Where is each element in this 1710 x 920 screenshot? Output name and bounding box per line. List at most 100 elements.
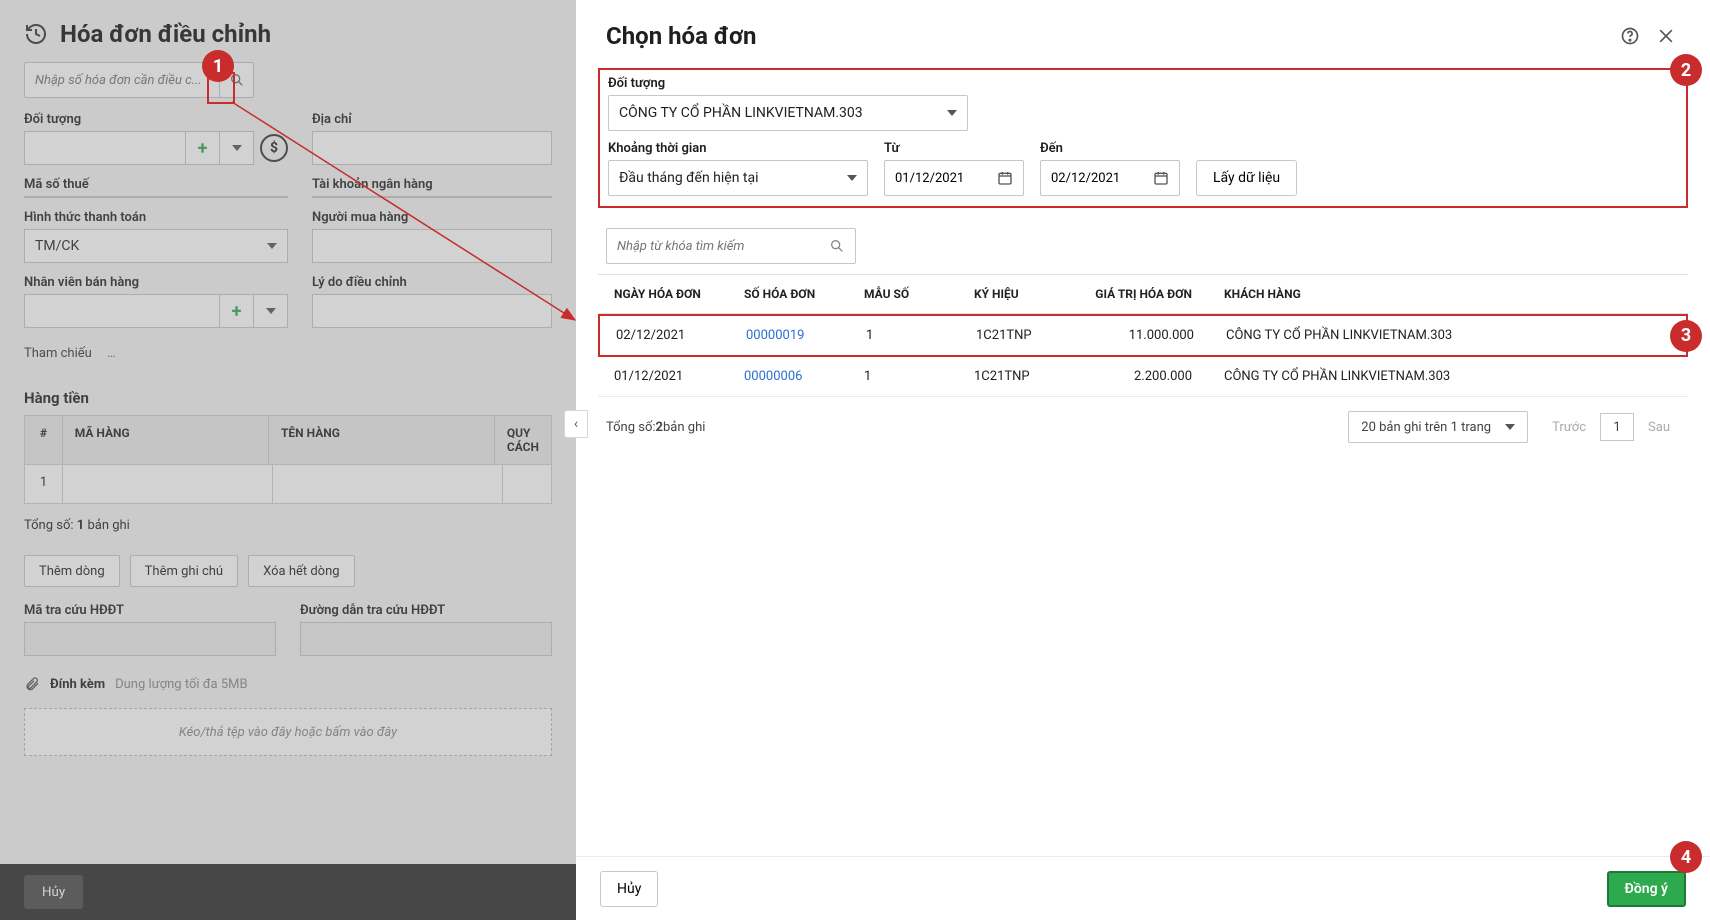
bg-cancel-button[interactable]: Hủy — [24, 875, 83, 909]
cell-value: 2.200.000 — [1068, 357, 1208, 396]
add-row-button[interactable]: Thêm dòng — [24, 555, 120, 587]
cell-value: 11.000.000 — [1070, 316, 1210, 355]
period-select[interactable]: Đầu tháng đến hiện tại — [608, 160, 868, 196]
step-badge-2: 2 — [1670, 54, 1702, 86]
nvbh-add-button[interactable]: + — [220, 294, 254, 328]
modal-confirm-button[interactable]: Đồng ý — [1607, 871, 1686, 907]
background-form: Hóa đơn điều chỉnh Đối tượng + $ Địa chỉ — [0, 0, 576, 920]
cell-invoice-link[interactable]: 00000019 — [730, 316, 850, 355]
pager-next[interactable]: Sau — [1648, 420, 1670, 435]
label-doituong: Đối tượng — [24, 112, 288, 127]
table-row-selected[interactable]: 3 02/12/2021 00000019 1 1C21TNP 11.000.0… — [598, 314, 1688, 357]
to-date-input[interactable] — [1051, 171, 1141, 186]
modal-collapse-handle[interactable]: ‹ — [564, 410, 588, 438]
close-icon[interactable] — [1652, 22, 1680, 50]
cell-invoice-link[interactable]: 00000006 — [728, 357, 848, 396]
pagesize-select[interactable]: 20 bản ghi trên 1 trang — [1348, 411, 1528, 443]
col-index: # — [25, 416, 63, 464]
invoice-search-input[interactable] — [25, 73, 219, 88]
lydo-input[interactable] — [312, 294, 552, 328]
label-from: Từ — [884, 141, 1024, 156]
table-row[interactable]: 01/12/2021 00000006 1 1C21TNP 2.200.000 … — [598, 357, 1688, 397]
paperclip-icon — [24, 676, 40, 692]
cell-customer: CÔNG TY CỔ PHẦN LINKVIETNAM.303 — [1210, 316, 1686, 355]
step-badge-3: 3 — [1670, 320, 1702, 352]
modal-doituong-value: CÔNG TY CỔ PHẦN LINKVIETNAM.303 — [619, 105, 863, 121]
modal-doituong-select[interactable]: CÔNG TY CỔ PHẦN LINKVIETNAM.303 — [608, 95, 968, 131]
modal-footer: 4 Hủy Đồng ý — [576, 856, 1710, 920]
cell-quycach[interactable] — [503, 465, 551, 503]
from-date-input[interactable] — [895, 171, 985, 186]
cell-template: 1 — [848, 357, 958, 396]
label-mst: Mã số thuế — [24, 177, 288, 192]
file-dropzone[interactable]: Kéo/thả tệp vào đây hoặc bấm vào đây — [24, 708, 552, 756]
pager-total-count: 2 — [656, 420, 663, 435]
pager-total-prefix: Tổng số: — [606, 420, 656, 435]
col-customer: KHÁCH HÀNG — [1208, 275, 1688, 313]
cell-date: 01/12/2021 — [598, 357, 728, 396]
label-httt: Hình thức thanh toán — [24, 210, 288, 225]
pager-prev[interactable]: Trước — [1552, 420, 1586, 435]
doituong-input[interactable] — [24, 131, 186, 165]
items-total: Tổng số: 1 bản ghi — [0, 504, 576, 547]
to-date[interactable] — [1040, 160, 1180, 196]
doituong-dropdown[interactable] — [220, 131, 254, 165]
attach-label: Đính kèm — [50, 677, 105, 692]
reference-row: Tham chiếu … — [0, 340, 576, 371]
label-lookup-url: Đường dẫn tra cứu HĐĐT — [300, 603, 552, 618]
calendar-icon — [997, 170, 1013, 186]
invoice-table: NGÀY HÓA ĐƠN SỐ HÓA ĐƠN MẪU SỐ KÝ HIỆU G… — [598, 274, 1688, 397]
nvbh-dropdown[interactable] — [254, 294, 288, 328]
cell-serial: 1C21TNP — [958, 357, 1068, 396]
items-table: # MÃ HÀNG TÊN HÀNG QUY CÁCH 1 — [24, 415, 552, 504]
label-period: Khoảng thời gian — [608, 141, 868, 156]
reference-link[interactable]: … — [107, 346, 118, 361]
payment-method-select[interactable]: TM/CK — [24, 229, 288, 263]
nmh-input[interactable] — [312, 229, 552, 263]
caret-down-icon — [267, 243, 277, 249]
add-note-button[interactable]: Thêm ghi chú — [130, 555, 238, 587]
doituong-add-button[interactable]: + — [186, 131, 220, 165]
cell-tenhang[interactable] — [273, 465, 503, 503]
table-header: NGÀY HÓA ĐƠN SỐ HÓA ĐƠN MẪU SỐ KÝ HIỆU G… — [598, 274, 1688, 314]
nvbh-input[interactable] — [24, 294, 220, 328]
label-lookup-code: Mã tra cứu HĐĐT — [24, 603, 276, 618]
calendar-icon — [1153, 170, 1169, 186]
history-icon — [24, 22, 48, 46]
modal-cancel-button[interactable]: Hủy — [600, 871, 658, 907]
filter-zone: 2 Đối tượng CÔNG TY CỔ PHẦN LINKVIETNAM.… — [598, 68, 1688, 208]
mst-input[interactable] — [24, 196, 288, 198]
cell-serial: 1C21TNP — [960, 316, 1070, 355]
page-title: Hóa đơn điều chỉnh — [60, 20, 271, 48]
currency-icon[interactable]: $ — [260, 134, 288, 162]
label-m-doituong: Đối tượng — [608, 76, 968, 91]
cell-date: 02/12/2021 — [600, 316, 730, 355]
from-date[interactable] — [884, 160, 1024, 196]
label-to: Đến — [1040, 141, 1180, 156]
modal-search-input[interactable] — [617, 239, 829, 254]
caret-down-icon — [947, 110, 957, 116]
reference-label: Tham chiếu — [24, 346, 92, 361]
col-date: NGÀY HÓA ĐƠN — [598, 275, 728, 313]
col-invoice-no: SỐ HÓA ĐƠN — [728, 275, 848, 313]
caret-down-icon — [1505, 424, 1515, 430]
diachi-input[interactable] — [312, 131, 552, 165]
label-nmh: Người mua hàng — [312, 210, 552, 225]
help-icon[interactable] — [1616, 22, 1644, 50]
clear-rows-button[interactable]: Xóa hết dòng — [248, 555, 354, 587]
cell-mahang[interactable] — [63, 465, 273, 503]
period-value: Đầu tháng đến hiện tại — [619, 170, 759, 186]
modal-search[interactable] — [606, 228, 856, 264]
col-value: GIÁ TRỊ HÓA ĐƠN — [1068, 275, 1208, 313]
step-badge-1: 1 — [202, 50, 234, 82]
tknh-input[interactable] — [312, 196, 552, 198]
fetch-button[interactable]: Lấy dữ liệu — [1196, 160, 1297, 196]
col-mahang: MÃ HÀNG — [63, 416, 269, 464]
pager-current[interactable]: 1 — [1600, 413, 1634, 441]
lookup-url-input — [300, 622, 552, 656]
table-row[interactable]: 1 — [25, 465, 551, 503]
search-icon — [829, 238, 845, 254]
col-template: MẪU SỐ — [848, 275, 958, 313]
attach-hint: Dung lượng tối đa 5MB — [115, 677, 248, 692]
label-tknh: Tài khoản ngân hàng — [312, 177, 552, 192]
